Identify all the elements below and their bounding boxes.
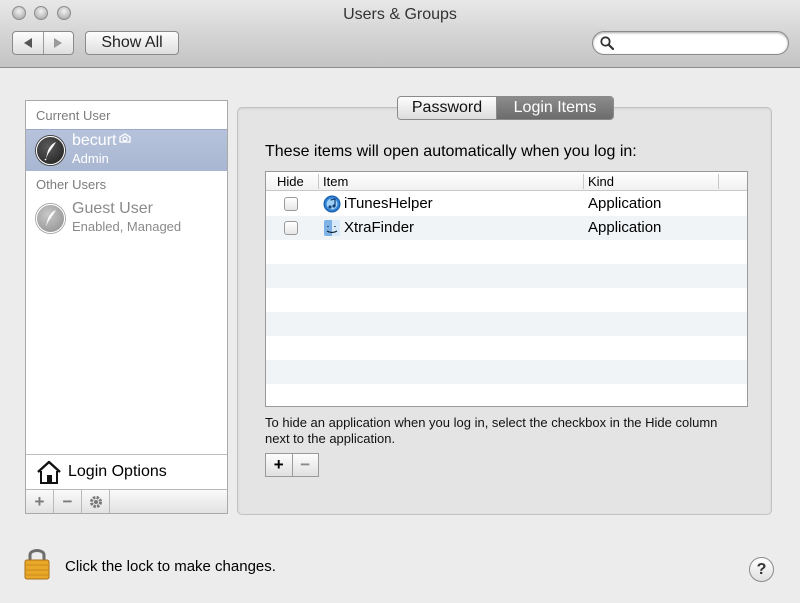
user-row-becurt[interactable]: becurt Admin <box>26 129 227 171</box>
empty-row <box>266 384 747 406</box>
remove-user-button[interactable]: − <box>54 490 82 513</box>
item-kind: Application <box>588 219 662 236</box>
table-header: Hide Item Kind <box>266 172 747 191</box>
item-name: iTunesHelper <box>344 195 433 212</box>
lock-status-text: Click the lock to make changes. <box>65 558 276 575</box>
empty-row <box>266 312 747 336</box>
item-name: XtraFinder <box>344 219 415 236</box>
tab-login-items[interactable]: Login Items <box>497 97 613 119</box>
back-forward-buttons <box>12 31 74 55</box>
search-icon <box>600 36 614 50</box>
search-field[interactable] <box>592 31 789 55</box>
help-button[interactable]: ? <box>749 557 774 582</box>
column-header-kind[interactable]: Kind <box>588 173 614 190</box>
column-header-hide[interactable]: Hide <box>277 173 304 190</box>
table-body: iTunesHelper Application XtraFinder Appl… <box>266 192 747 406</box>
users-sidebar: Current User becurt Admin Other Users Gu… <box>25 100 228 514</box>
hide-checkbox[interactable] <box>284 221 298 235</box>
empty-row <box>266 264 747 288</box>
add-user-button[interactable]: + <box>26 490 54 513</box>
column-header-item[interactable]: Item <box>323 173 348 190</box>
action-menu-button[interactable] <box>82 490 110 513</box>
user-role: Enabled, Managed <box>72 219 182 234</box>
login-options-label: Login Options <box>68 463 167 480</box>
empty-row <box>266 336 747 360</box>
avatar <box>36 136 65 165</box>
chevron-left-icon <box>23 38 32 48</box>
back-button[interactable] <box>13 32 43 54</box>
user-role: Admin <box>72 151 109 166</box>
finder-icon <box>324 220 340 236</box>
user-link-icon <box>119 133 132 143</box>
item-kind: Application <box>588 195 662 212</box>
user-name: Guest User <box>72 200 153 217</box>
gear-icon <box>89 495 102 508</box>
lock-icon[interactable] <box>22 545 52 581</box>
window-toolbar: Users & Groups Show All <box>0 0 800 68</box>
tab-bar: Password Login Items <box>397 96 614 120</box>
empty-row <box>266 240 747 264</box>
hide-hint-text: To hide an application when you log in, … <box>265 415 718 446</box>
empty-row <box>266 288 747 312</box>
remove-login-item-button[interactable]: − <box>291 454 319 476</box>
quill-icon <box>44 142 56 161</box>
table-row[interactable]: XtraFinder Application <box>266 216 747 240</box>
login-options-item[interactable]: Login Options <box>26 454 227 489</box>
user-row-guest[interactable]: Guest User Enabled, Managed <box>26 198 227 240</box>
empty-row <box>266 360 747 384</box>
sidebar-button-bar: + − <box>26 489 227 513</box>
avatar <box>36 204 65 233</box>
window-title: Users & Groups <box>343 6 457 23</box>
show-all-button[interactable]: Show All <box>85 31 179 55</box>
forward-button[interactable] <box>42 32 74 54</box>
other-users-header: Other Users <box>36 177 107 192</box>
house-icon <box>37 460 61 484</box>
current-user-header: Current User <box>36 108 111 123</box>
login-items-table: Hide Item Kind iTunesHelper Application <box>265 171 748 407</box>
itunes-icon <box>323 195 341 213</box>
hide-checkbox[interactable] <box>284 197 298 211</box>
table-row[interactable]: iTunesHelper Application <box>266 192 747 216</box>
tab-password[interactable]: Password <box>398 97 497 119</box>
add-login-item-button[interactable]: + <box>266 454 292 476</box>
chevron-right-icon <box>54 38 63 48</box>
add-remove-buttons: + − <box>265 453 319 477</box>
quill-icon <box>46 210 56 227</box>
user-name: becurt <box>72 132 117 149</box>
login-items-heading: These items will open automatically when… <box>265 143 637 160</box>
